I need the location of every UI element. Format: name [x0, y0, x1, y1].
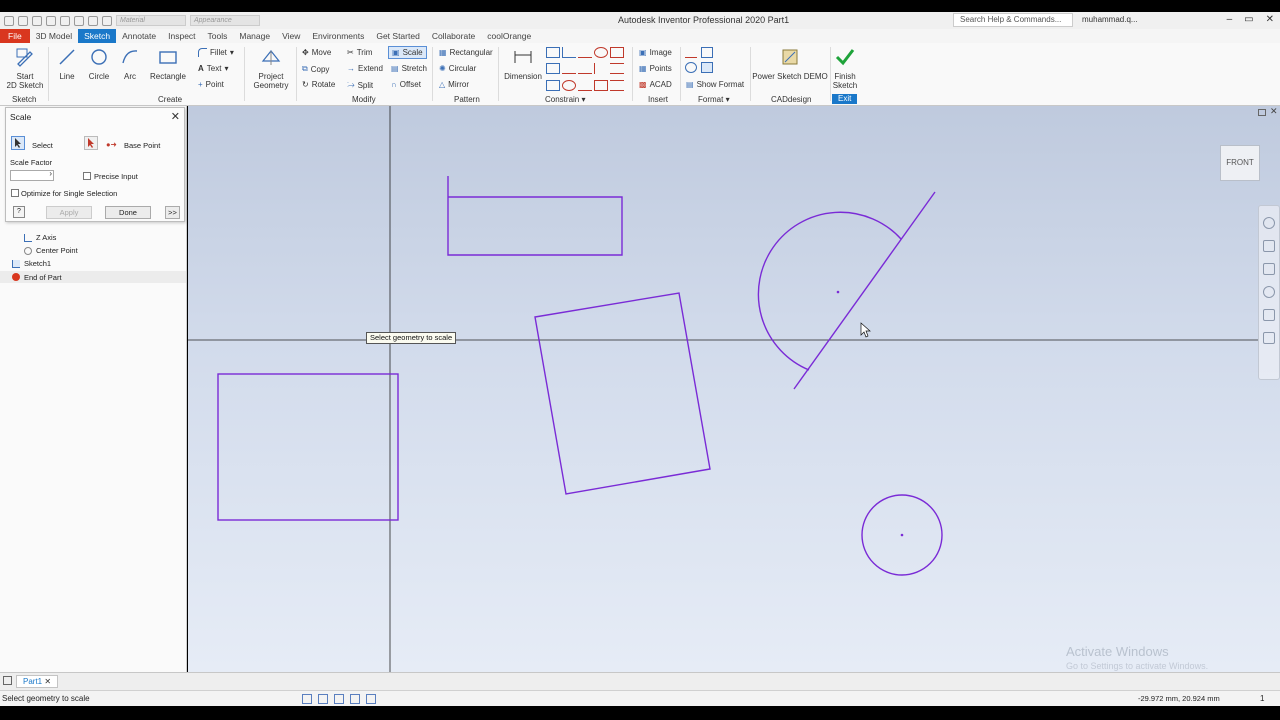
- status-bar: Select geometry to scale -29.972 mm, 20.…: [0, 690, 1280, 706]
- document-tab-bar: Part1 ✕: [0, 672, 1280, 690]
- steering-wheel-icon[interactable]: [1263, 217, 1275, 229]
- sketch-rectangle-top[interactable]: [447, 176, 623, 256]
- viewcube-restore-icon[interactable]: [1258, 109, 1266, 116]
- nav-more-icon[interactable]: [1263, 332, 1275, 344]
- arc-center-point: [836, 290, 840, 294]
- cursor-coordinates: -29.972 mm, 20.924 mm: [1138, 694, 1220, 703]
- document-tab-part1[interactable]: Part1 ✕: [16, 675, 59, 688]
- snap-points-icon[interactable]: [366, 694, 376, 704]
- navigation-bar: [1258, 205, 1280, 380]
- sketch-rectangle-left[interactable]: [217, 373, 399, 521]
- status-message: Select geometry to scale: [2, 694, 90, 703]
- activate-windows-watermark: Activate Windows: [1066, 644, 1169, 659]
- page-count: 1: [1260, 694, 1265, 703]
- sketch-geometry: [188, 106, 1258, 672]
- viewcube[interactable]: FRONT: [1220, 145, 1260, 181]
- zoom-icon[interactable]: [1263, 263, 1275, 275]
- view-face-icon[interactable]: [1263, 309, 1275, 321]
- activate-windows-subtext: Go to Settings to activate Windows.: [1066, 661, 1209, 671]
- sketch-rotated-square[interactable]: [534, 292, 711, 495]
- status-tools: [302, 694, 376, 704]
- home-icon[interactable]: [3, 676, 12, 685]
- mouse-cursor-icon: [860, 322, 871, 338]
- close-tab-icon[interactable]: ✕: [44, 677, 51, 686]
- grid-snap-icon[interactable]: [302, 694, 312, 704]
- canvas-close-icon[interactable]: ✕: [1270, 106, 1278, 117]
- sketch-arc[interactable]: [757, 211, 902, 371]
- circle-center-point: [900, 533, 904, 537]
- pan-icon[interactable]: [1263, 240, 1275, 252]
- sketch-tools-icon[interactable]: [350, 694, 360, 704]
- dimension-display-icon[interactable]: [334, 694, 344, 704]
- sketch-diagonal-line[interactable]: [793, 191, 936, 390]
- orbit-icon[interactable]: [1263, 286, 1275, 298]
- command-tooltip: Select geometry to scale: [366, 332, 457, 344]
- constraint-inference-icon[interactable]: [318, 694, 328, 704]
